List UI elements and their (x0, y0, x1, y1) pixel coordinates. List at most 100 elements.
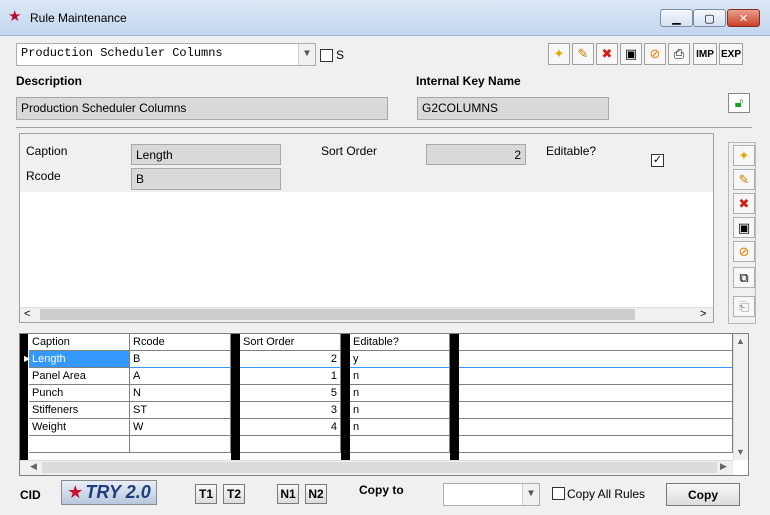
grid-vertical-scrollbar[interactable] (733, 334, 748, 460)
rule-select[interactable]: Production Scheduler Columns ▼ (16, 43, 316, 66)
n2-button[interactable]: N2 (305, 484, 327, 504)
save-button[interactable]: ▣ (620, 43, 642, 65)
close-button[interactable]: ✕ (727, 9, 760, 27)
delete-x-icon: ✖ (738, 195, 750, 211)
grid-cell-rcode[interactable]: A (130, 368, 231, 385)
save-disk-icon: ▣ (737, 219, 751, 235)
panel-scroll-thumb[interactable] (40, 309, 635, 320)
side-cancel-button[interactable]: ⊘ (733, 241, 755, 262)
grid-header-filler[interactable] (459, 334, 733, 351)
new-doc-icon: ✦ (553, 46, 565, 61)
editable-label: Editable? (546, 144, 597, 158)
side-delete-button[interactable]: ✖ (733, 193, 755, 214)
current-row-icon: ▶ (24, 354, 31, 363)
side-paste-button[interactable]: ⎗ (733, 296, 755, 317)
edit-button[interactable]: ✎ (572, 43, 594, 65)
grid-cell-editable[interactable]: n (350, 402, 450, 419)
copy-to-select[interactable]: ▼ (443, 483, 540, 506)
minimize-button[interactable]: ▁ (660, 9, 693, 27)
caption-field[interactable]: Length (131, 144, 281, 165)
chevron-down-icon[interactable]: ▼ (298, 44, 315, 65)
grid-cell-empty[interactable] (459, 419, 733, 436)
grid-cell-empty[interactable] (130, 436, 231, 453)
internal-key-label: Internal Key Name (416, 74, 521, 88)
logo-text: TRY 2.0 (85, 482, 151, 502)
grid-header-rcode[interactable]: Rcode (130, 334, 231, 351)
grid-cell-sort-order[interactable]: 4 (240, 419, 341, 436)
grid-cell-caption[interactable]: Weight (29, 419, 130, 436)
grid-cell-caption[interactable]: Stiffeners (29, 402, 130, 419)
export-button[interactable]: EXP (719, 43, 743, 65)
logo-star-icon: ★ (67, 482, 84, 502)
grid-cell-editable[interactable]: n (350, 419, 450, 436)
sort-order-field[interactable]: 2 (426, 144, 526, 165)
grid-header-sort-order[interactable]: Sort Order (240, 334, 341, 351)
grid-header-caption[interactable]: Caption (29, 334, 130, 351)
grid-cell-sort-order[interactable]: 3 (240, 402, 341, 419)
delete-button[interactable]: ✖ (596, 43, 618, 65)
grid-cell-caption[interactable]: Length (29, 351, 130, 368)
grid-cell-empty[interactable] (459, 402, 733, 419)
editable-checkbox[interactable]: ✓ (651, 154, 664, 167)
rcode-label: Rcode (26, 169, 61, 183)
t2-button[interactable]: T2 (223, 484, 245, 504)
grid-cell-sort-order[interactable]: 5 (240, 385, 341, 402)
scroll-down-icon[interactable]: ▼ (736, 447, 745, 457)
grid-cell-rcode[interactable]: N (130, 385, 231, 402)
new-button[interactable]: ✦ (548, 43, 570, 65)
grid-cell-empty[interactable] (29, 436, 130, 453)
description-field[interactable]: Production Scheduler Columns (16, 97, 388, 120)
grid-cell-sort-order[interactable]: 2 (240, 351, 341, 368)
grid-cell-rcode[interactable]: B (130, 351, 231, 368)
copy-to-label: Copy to (359, 483, 404, 497)
paste-icon: ⎗ (738, 298, 750, 314)
side-save-button[interactable]: ▣ (733, 217, 755, 238)
grid-cell-empty[interactable] (459, 436, 733, 453)
grid-cell-editable[interactable]: n (350, 368, 450, 385)
grid-cell-caption[interactable]: Punch (29, 385, 130, 402)
copy-icon: ⧉ (739, 269, 749, 285)
grid-scroll-thumb[interactable] (42, 462, 717, 473)
grid-scroll-left-icon[interactable]: ◀ (30, 461, 37, 472)
delete-x-icon: ✖ (601, 46, 613, 61)
grid-cell-sort-order[interactable]: 1 (240, 368, 341, 385)
new-doc-icon: ✦ (738, 147, 750, 163)
copy-button[interactable]: Copy (666, 483, 740, 506)
rcode-field[interactable]: B (131, 168, 281, 190)
import-button[interactable]: IMP (693, 43, 717, 65)
unlock-icon[interactable]: 🔓︎ (728, 93, 750, 113)
n1-button[interactable]: N1 (277, 484, 299, 504)
maximize-button[interactable]: ▢ (693, 9, 726, 27)
grid-scroll-right-icon[interactable]: ▶ (720, 461, 727, 472)
window-title: Rule Maintenance (30, 11, 127, 25)
printer-icon: ⎙ (673, 46, 685, 61)
grid-cell-empty[interactable] (350, 436, 450, 453)
cancel-icon: ⊘ (738, 243, 750, 259)
scroll-up-icon[interactable]: ▲ (736, 336, 745, 346)
t1-button[interactable]: T1 (195, 484, 217, 504)
scroll-right-icon[interactable]: > (700, 308, 706, 320)
grid-cell-empty[interactable] (459, 351, 733, 368)
internal-key-field[interactable]: G2COLUMNS (417, 97, 609, 120)
grid-cell-rcode[interactable]: ST (130, 402, 231, 419)
grid-cell-editable[interactable]: y (350, 351, 450, 368)
scroll-left-icon[interactable]: < (24, 308, 30, 320)
copy-all-checkbox[interactable] (552, 487, 565, 500)
print-button[interactable]: ⎙ (668, 43, 690, 65)
grid-cell-rcode[interactable]: W (130, 419, 231, 436)
side-copy-button[interactable]: ⧉ (733, 267, 755, 288)
grid-cell-empty[interactable] (459, 368, 733, 385)
chevron-down-icon[interactable]: ▼ (522, 484, 539, 505)
try-logo[interactable]: ★ TRY 2.0 (61, 480, 157, 505)
grid-cell-caption[interactable]: Panel Area (29, 368, 130, 385)
grid-cell-empty[interactable] (459, 385, 733, 402)
minimize-icon: ▁ (672, 12, 681, 25)
grid-cell-empty[interactable] (240, 436, 341, 453)
grid-header-editable[interactable]: Editable? (350, 334, 450, 351)
grid-cell-editable[interactable]: n (350, 385, 450, 402)
cancel-button[interactable]: ⊘ (644, 43, 666, 65)
sort-order-label: Sort Order (321, 144, 378, 158)
side-new-button[interactable]: ✦ (733, 145, 755, 166)
side-edit-button[interactable]: ✎ (733, 169, 755, 190)
s-checkbox[interactable] (320, 49, 333, 62)
